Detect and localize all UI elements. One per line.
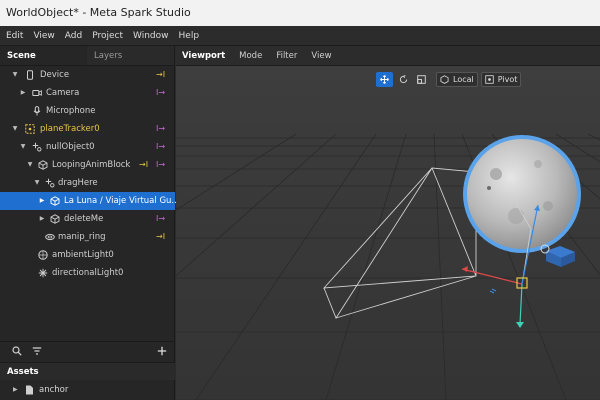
null-object-icon [45, 178, 55, 188]
output-patch-icon[interactable]: →I [156, 66, 165, 84]
menu-edit[interactable]: Edit [6, 31, 23, 41]
scale-tool-button[interactable] [414, 72, 429, 87]
menu-view[interactable]: View [33, 31, 54, 41]
window-title: WorldObject* - Meta Spark Studio [0, 0, 600, 26]
pivot-toggle[interactable]: Pivot [480, 72, 522, 87]
tree-item-label: deleteMe [64, 214, 104, 224]
viewport-toolbar: Local Pivot [376, 72, 524, 87]
local-space-icon [440, 75, 449, 84]
tree-item-device[interactable]: ▼ Device →I [0, 66, 175, 84]
tree-item-null-object[interactable]: ▼ nullObject0 I→ [0, 138, 175, 156]
input-patch-icon[interactable]: I→ [156, 84, 165, 102]
search-icon[interactable] [12, 346, 22, 356]
asset-item-anchor[interactable]: ▶ anchor [0, 382, 175, 398]
viewport-menu-view[interactable]: View [311, 51, 331, 61]
ambient-light-icon [38, 250, 48, 260]
tree-item-label: Microphone [46, 106, 96, 116]
tree-item-delete-me[interactable]: ▶ deleteMe I→ [0, 210, 175, 228]
menu-window[interactable]: Window [133, 31, 169, 41]
input-patch-icon[interactable]: I→ [156, 138, 165, 156]
tree-item-plane-tracker[interactable]: ▼ planeTracker0 I→ [0, 120, 175, 138]
tree-item-manip-ring[interactable]: manip_ring →I [0, 228, 175, 246]
tree-item-drag-here[interactable]: ▼ dragHere [0, 174, 175, 192]
rotate-tool-button[interactable] [396, 72, 411, 87]
menu-project[interactable]: Project [92, 31, 123, 41]
tab-scene[interactable]: Scene [0, 46, 87, 65]
expand-right-icon[interactable]: ▶ [13, 382, 18, 398]
viewport-menubar: Viewport Mode Filter View [176, 46, 600, 66]
filter-icon[interactable] [32, 346, 42, 356]
cube-icon [50, 214, 60, 224]
microphone-icon [33, 106, 41, 116]
tree-item-label: directionalLight0 [52, 268, 124, 278]
tree-item-la-luna[interactable]: ▶ La Luna / Viaje Virtual Gu... [0, 192, 180, 210]
scale-icon [417, 75, 426, 84]
local-space-toggle[interactable]: Local [436, 72, 478, 87]
pivot-icon [485, 75, 494, 84]
tree-item-label: Device [40, 70, 70, 80]
device-icon [27, 70, 33, 80]
tree-item-camera[interactable]: ▶ Camera I→ [0, 84, 175, 102]
scene-panel: Scene Layers ▼ Device →I ▶ Camera I→ Mic… [0, 46, 180, 400]
rotate-icon [399, 75, 408, 84]
tree-item-label: Camera [46, 88, 80, 98]
assets-panel-title: Assets [0, 362, 175, 380]
expand-down-icon[interactable]: ▼ [19, 138, 27, 156]
scene-panel-toolbar [0, 341, 175, 359]
move-icon [380, 75, 389, 84]
tree-item-looping-anim-block[interactable]: ▼ LoopingAnimBlock →I I→ [0, 156, 175, 174]
camera-icon [32, 90, 42, 96]
viewport-canvas[interactable]: Local Pivot [176, 66, 600, 400]
tree-item-label: dragHere [58, 178, 98, 188]
tree-item-label: La Luna / Viaje Virtual Gu... [64, 196, 180, 206]
local-space-label: Local [453, 75, 474, 84]
scene-tree: ▼ Device →I ▶ Camera I→ Microphone ▼ pla… [0, 66, 180, 282]
scene-panel-tabs: Scene Layers [0, 46, 174, 66]
expand-right-icon[interactable]: ▶ [38, 210, 46, 228]
null-object-icon [32, 142, 42, 152]
tree-item-microphone[interactable]: Microphone [0, 102, 175, 120]
menu-add[interactable]: Add [65, 31, 82, 41]
tree-item-label: nullObject0 [46, 142, 95, 152]
cube-icon [50, 196, 60, 206]
tab-layers[interactable]: Layers [87, 46, 174, 65]
viewport-menu-mode[interactable]: Mode [239, 51, 262, 61]
menu-help[interactable]: Help [179, 31, 200, 41]
output-patch-icon[interactable]: →I [156, 228, 165, 246]
viewport-scene[interactable] [176, 66, 600, 400]
move-tool-button[interactable] [376, 72, 393, 87]
input-patch-icon[interactable]: I→ [156, 120, 165, 138]
expand-right-icon[interactable]: ▶ [19, 84, 27, 102]
expand-down-icon[interactable]: ▼ [11, 120, 19, 138]
tree-item-label: manip_ring [58, 232, 106, 242]
directional-light-icon [38, 268, 48, 278]
input-patch-icon[interactable]: I→ [156, 156, 165, 174]
pivot-label: Pivot [497, 75, 518, 84]
expand-down-icon[interactable]: ▼ [11, 66, 19, 84]
expand-right-icon[interactable]: ▶ [38, 192, 46, 210]
block-icon [38, 160, 48, 170]
asset-item-label: anchor [39, 385, 69, 395]
input-patch-icon[interactable]: I→ [156, 210, 165, 228]
plane-tracker-icon [25, 124, 35, 134]
viewport-menu-filter[interactable]: Filter [276, 51, 297, 61]
tree-item-label: LoopingAnimBlock [52, 160, 131, 170]
expand-down-icon[interactable]: ▼ [33, 174, 41, 192]
tree-item-label: planeTracker0 [40, 124, 100, 134]
tree-item-ambient-light[interactable]: ambientLight0 [0, 246, 175, 264]
tree-item-label: ambientLight0 [52, 250, 114, 260]
add-icon[interactable] [157, 346, 167, 356]
file-icon [26, 385, 33, 395]
ring-icon [45, 233, 55, 241]
output-patch-icon[interactable]: →I [139, 156, 148, 174]
menu-bar: Edit View Add Project Window Help [0, 26, 600, 46]
tree-item-directional-light[interactable]: directionalLight0 [0, 264, 175, 282]
expand-down-icon[interactable]: ▼ [26, 156, 34, 174]
tab-viewport[interactable]: Viewport [182, 51, 225, 61]
moon-object[interactable] [463, 135, 581, 253]
